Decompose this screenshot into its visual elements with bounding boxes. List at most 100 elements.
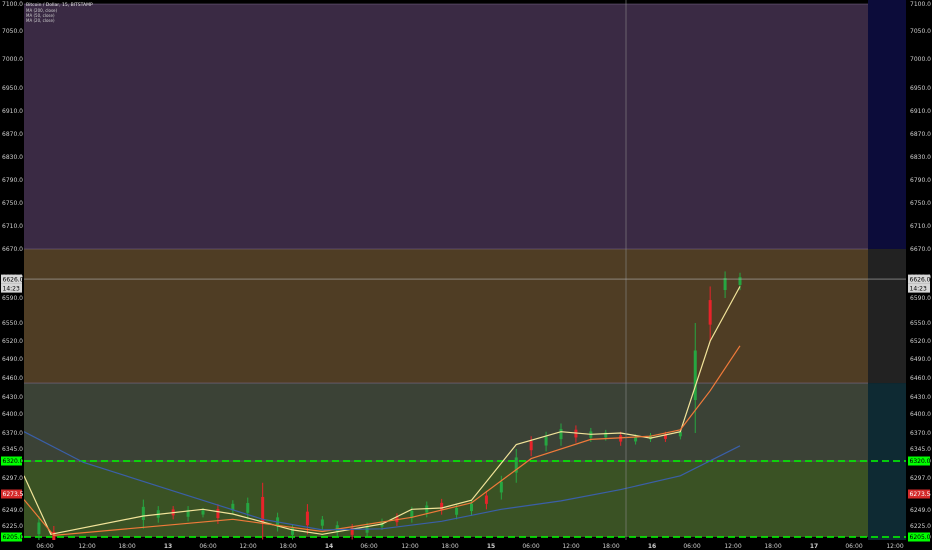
x-tick: 17: [810, 543, 818, 550]
y-tick-right: 6590.0: [910, 295, 931, 302]
y-tick-right: 7000.0: [910, 56, 931, 63]
candle-body: [305, 511, 309, 526]
y-tick-right: 6370.0: [910, 430, 931, 437]
y-tick-right: 6910.0: [910, 108, 931, 115]
future-area: [868, 0, 906, 540]
y-tick-right: 6249.0: [910, 507, 931, 514]
candle-body: [37, 522, 41, 535]
candle-body: [291, 527, 294, 535]
zone-2: [24, 383, 868, 461]
y-tick-left: 6249.0: [2, 507, 23, 514]
y-tick-left: 6950.0: [2, 85, 23, 92]
candle-body: [738, 277, 742, 285]
x-tick: 18:00: [764, 543, 781, 550]
x-tick: 06:00: [522, 543, 539, 550]
future-strip-top: [868, 0, 906, 249]
y-tick-right: 6670.0: [910, 246, 931, 253]
y-tick-right: 6460.0: [910, 375, 931, 382]
y-tick-right: 6520.0: [910, 338, 931, 345]
y-tick-left: 6430.0: [2, 394, 23, 401]
y-tick-left: 6910.0: [2, 108, 23, 115]
y-tick-right: 6550.0: [910, 320, 931, 327]
y-tick-right: 6710.0: [910, 223, 931, 230]
x-tick: 12:00: [401, 543, 418, 550]
y-tick-right: 6950.0: [910, 85, 931, 92]
y-tick-left: 6590.0: [2, 295, 23, 302]
last-price-tag-left: 6626.0: [3, 276, 24, 283]
y-tick-right: 6750.0: [910, 200, 931, 207]
y-tick-left: 6490.0: [2, 356, 23, 363]
y-tick-right: 6430.0: [910, 394, 931, 401]
y-tick-right: 7100.0: [910, 1, 931, 8]
y-tick-left: 6870.0: [2, 131, 23, 138]
candle-body: [708, 300, 712, 325]
x-tick: 14: [325, 543, 333, 550]
y-tick-right: 6225.0: [910, 523, 931, 530]
x-tick: 18:00: [441, 543, 458, 550]
y-tick-left: 6750.0: [2, 200, 23, 207]
countdown-tag-right: 14:23: [910, 285, 927, 292]
y-tick-left: 7100.0: [2, 1, 23, 8]
y-tick-left: 6550.0: [2, 320, 23, 327]
x-tick: 06:00: [360, 543, 377, 550]
y-tick-left: 6225.0: [2, 523, 23, 530]
last-price-tag-right: 6626.0: [910, 276, 931, 283]
x-axis[interactable]: 06:00 12:00 18:00 13 06:00 12:00 18:00 14 06:00 1…: [0, 540, 932, 550]
x-tick: 15: [487, 543, 495, 550]
x-tick: 12:00: [724, 543, 741, 550]
y-tick-left: 6710.0: [2, 223, 23, 230]
y-tick-right: 6345.0: [910, 446, 931, 453]
y-tick-left: 6670.0: [2, 246, 23, 253]
candle-body: [559, 429, 563, 440]
candle-body: [723, 278, 727, 291]
candle-body: [693, 350, 697, 400]
candle-body: [440, 502, 444, 510]
x-axis-bg: [0, 540, 932, 550]
red-marker-tag-right: 6273.5: [910, 491, 931, 498]
x-tick: 12:00: [78, 543, 95, 550]
candle-body: [484, 495, 488, 504]
x-tick: 16: [648, 543, 656, 550]
y-tick-right: 6297.0: [910, 475, 931, 482]
level-lower-tag-left: 6205.0: [3, 534, 24, 541]
y-tick-left: 6790.0: [2, 177, 23, 184]
y-tick-right: 6790.0: [910, 177, 931, 184]
legend-ma-20: MA (20, close): [26, 18, 55, 23]
candle-body: [529, 441, 533, 451]
y-tick-left: 7050.0: [2, 28, 23, 35]
y-tick-right: 6490.0: [910, 356, 931, 363]
candle-body: [455, 507, 459, 515]
y-tick-left: 6460.0: [2, 375, 23, 382]
candle-body: [544, 436, 548, 446]
y-tick-right: 6400.0: [910, 411, 931, 418]
candle-body: [246, 503, 250, 513]
x-tick: 06:00: [845, 543, 862, 550]
candle-body: [216, 509, 220, 519]
candle-body: [470, 503, 473, 512]
red-marker-tag-left: 6273.5: [3, 491, 24, 498]
y-tick-left: 6297.0: [2, 475, 23, 482]
level-upper-tag-right: 6320.0: [910, 458, 931, 465]
price-chart[interactable]: 7100.0 7050.0 7000.0 6950.0 6910.0 6870.0 6830…: [0, 0, 932, 550]
y-tick-left: 6370.0: [2, 430, 23, 437]
level-upper-tag-left: 6320.0: [3, 458, 24, 465]
x-tick: 18:00: [279, 543, 296, 550]
y-tick-left: 6830.0: [2, 154, 23, 161]
x-tick: 06:00: [683, 543, 700, 550]
zone-1: [24, 249, 868, 384]
y-tick-left: 6345.0: [2, 446, 23, 453]
candle-body: [499, 481, 503, 493]
y-tick-left: 6520.0: [2, 338, 23, 345]
price-zones: [24, 3, 868, 537]
candle-body: [201, 510, 205, 515]
y-tick-left: 6400.0: [2, 411, 23, 418]
candle-body: [320, 519, 324, 526]
future-strip-mid: [868, 249, 906, 384]
countdown-tag-left: 14:23: [3, 285, 20, 292]
x-tick: 06:00: [36, 543, 53, 550]
y-tick-right: 7050.0: [910, 28, 931, 35]
x-tick: 06:00: [199, 543, 216, 550]
candle-body: [141, 506, 145, 520]
x-tick: 13: [164, 543, 172, 550]
y-tick-right: 6870.0: [910, 131, 931, 138]
